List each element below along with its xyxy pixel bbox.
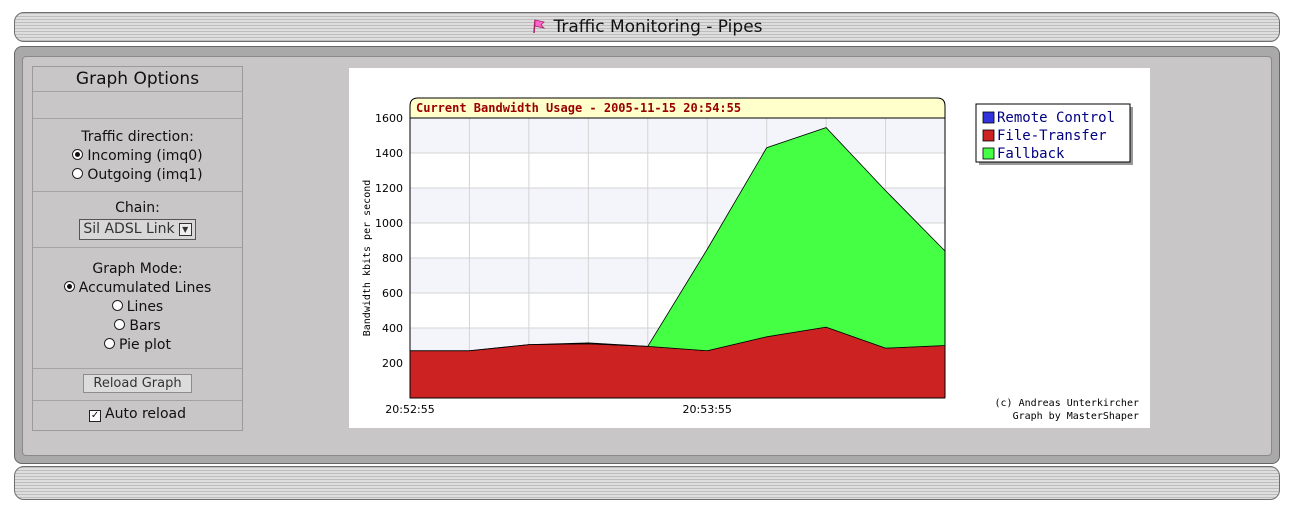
y-tick-label: 400 xyxy=(382,322,403,335)
y-tick-label: 1200 xyxy=(375,182,403,195)
y-tick-label: 1400 xyxy=(375,147,403,160)
graph-options-title: Graph Options xyxy=(33,67,242,92)
traffic-direction-section: Traffic direction: Incoming (imq0) Outgo… xyxy=(33,119,242,192)
graph-options-panel: Graph Options Traffic direction: Incomin… xyxy=(32,66,243,431)
title-bar: Traffic Monitoring - Pipes xyxy=(14,12,1280,42)
chain-select[interactable]: Sil ADSL Link ▼ xyxy=(79,219,196,240)
y-axis-label: Bandwidth kbits per second xyxy=(362,180,373,337)
chain-section: Chain: Sil ADSL Link ▼ xyxy=(33,192,242,248)
spacer-row xyxy=(33,92,242,119)
x-tick-label: 20:53:55 xyxy=(683,403,732,416)
window-title: Traffic Monitoring - Pipes xyxy=(15,17,1279,39)
radio-accumulated-lines-label: Accumulated Lines xyxy=(78,280,212,296)
bandwidth-chart: 200 400 600 800 1000 1200 1400 1600 20:52:55 20:5… xyxy=(362,97,1140,422)
auto-reload-section: ✓ Auto reload xyxy=(33,401,242,430)
legend-swatch xyxy=(982,111,995,124)
y-tick-label: 600 xyxy=(382,287,403,300)
y-tick-label: 1000 xyxy=(375,217,403,230)
legend-swatch xyxy=(982,129,995,142)
y-tick-label: 800 xyxy=(382,252,403,265)
radio-outgoing[interactable]: Outgoing (imq1) xyxy=(33,166,242,185)
plot-band xyxy=(410,118,945,153)
radio-outgoing-label: Outgoing (imq1) xyxy=(87,167,203,183)
flag-icon xyxy=(531,18,547,39)
auto-reload-label: Auto reload xyxy=(105,406,186,422)
radio-incoming-label: Incoming (imq0) xyxy=(87,148,203,164)
auto-reload-checkbox[interactable]: ✓ xyxy=(89,410,102,422)
radio-unselected-icon[interactable] xyxy=(72,168,84,179)
radio-lines[interactable]: Lines xyxy=(33,298,242,317)
footer-bar xyxy=(14,466,1280,500)
radio-unselected-icon[interactable] xyxy=(111,300,123,311)
radio-unselected-icon[interactable] xyxy=(104,338,116,349)
radio-accumulated-lines[interactable]: Accumulated Lines xyxy=(33,279,242,298)
reload-graph-button[interactable]: Reload Graph xyxy=(83,374,192,393)
legend-label: Fallback xyxy=(997,146,1065,162)
chevron-down-icon[interactable]: ▼ xyxy=(178,223,192,236)
radio-pie-plot[interactable]: Pie plot xyxy=(33,336,242,355)
bandwidth-graph: 200 400 600 800 1000 1200 1400 1600 20:52:55 20:5… xyxy=(349,68,1150,428)
graph-mode-section: Graph Mode: Accumulated Lines Lines Bars… xyxy=(33,248,242,369)
y-tick-label: 200 xyxy=(382,357,403,370)
legend-label: File-Transfer xyxy=(997,128,1107,144)
radio-unselected-icon[interactable] xyxy=(114,319,126,330)
radio-selected-icon[interactable] xyxy=(72,149,84,160)
radio-pie-plot-label: Pie plot xyxy=(119,337,171,353)
radio-lines-label: Lines xyxy=(126,299,164,315)
chain-select-value: Sil ADSL Link xyxy=(83,221,175,237)
legend-swatch xyxy=(982,147,995,160)
traffic-direction-label: Traffic direction: xyxy=(81,129,194,145)
radio-bars[interactable]: Bars xyxy=(33,317,242,336)
radio-selected-icon[interactable] xyxy=(63,281,75,292)
x-tick-label: 20:52:55 xyxy=(385,403,434,416)
chain-label: Chain: xyxy=(115,200,160,216)
graph-mode-label: Graph Mode: xyxy=(92,261,183,277)
legend-label: Remote Control xyxy=(997,110,1115,126)
radio-incoming[interactable]: Incoming (imq0) xyxy=(33,147,242,166)
window-title-text: Traffic Monitoring - Pipes xyxy=(553,17,763,37)
reload-section: Reload Graph xyxy=(33,369,242,401)
chart-title: Current Bandwidth Usage - 2005-11-15 20:… xyxy=(416,101,741,115)
radio-bars-label: Bars xyxy=(129,318,161,334)
y-tick-label: 1600 xyxy=(375,112,403,125)
chart-credit: (c) Andreas Unterkircher xyxy=(995,398,1140,409)
chart-credit: Graph by MasterShaper xyxy=(1013,411,1139,422)
